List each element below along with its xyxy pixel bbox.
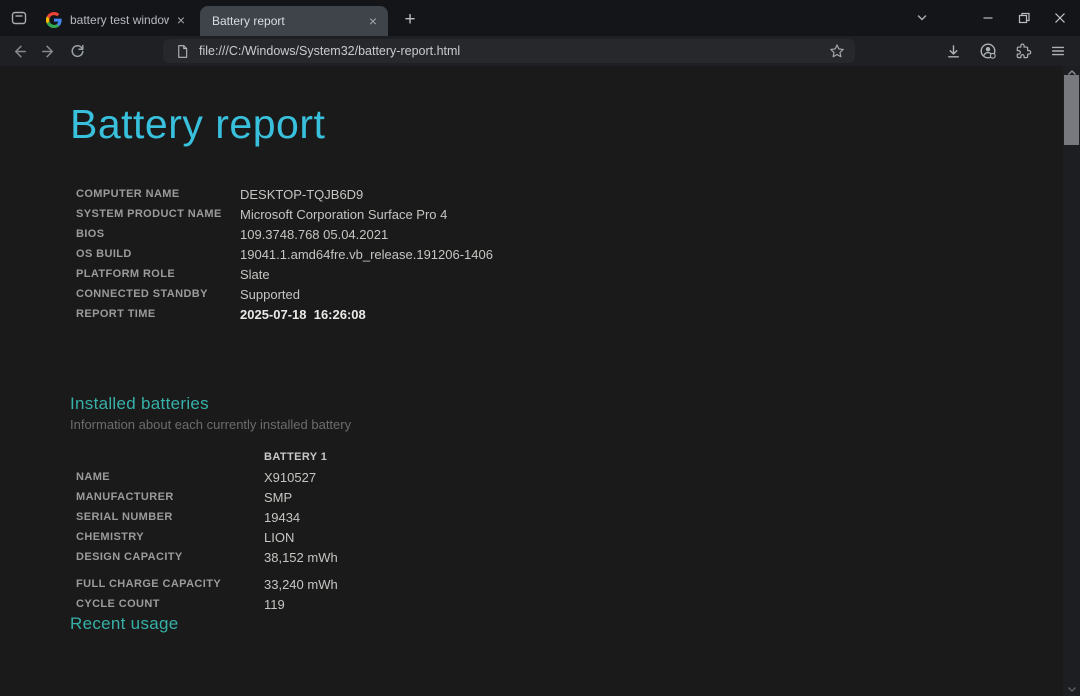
extensions-icon[interactable] xyxy=(1010,38,1036,64)
row-label: CHEMISTRY xyxy=(76,531,264,543)
row-label: OS BUILD xyxy=(76,248,240,260)
page-file-icon xyxy=(175,44,190,59)
browser-window: battery test windows 10 - Goog × Battery… xyxy=(0,0,1080,696)
table-header-row: BATTERY 1 xyxy=(70,447,1030,467)
address-bar[interactable]: file:///C:/Windows/System32/battery-repo… xyxy=(163,39,855,63)
tab-google-search[interactable]: battery test windows 10 - Goog × xyxy=(36,6,196,34)
vertical-scrollbar[interactable] xyxy=(1063,66,1080,696)
titlebar: battery test windows 10 - Goog × Battery… xyxy=(0,0,1080,36)
scroll-down-icon[interactable] xyxy=(1063,683,1080,695)
maximize-button[interactable] xyxy=(1006,0,1042,36)
row-label: CONNECTED STANDBY xyxy=(76,288,240,300)
table-row: BIOS 109.3748.768 05.04.2021 xyxy=(70,224,1030,244)
url-text: file:///C:/Windows/System32/battery-repo… xyxy=(199,44,819,58)
row-label: BIOS xyxy=(76,228,240,240)
table-row: CYCLE COUNT 119 xyxy=(70,594,1030,614)
row-value: X910527 xyxy=(264,470,316,485)
scrollbar-thumb[interactable] xyxy=(1064,75,1079,145)
row-value: Supported xyxy=(240,287,300,302)
table-row: CHEMISTRY LION xyxy=(70,527,1030,547)
row-label: PLATFORM ROLE xyxy=(76,268,240,280)
new-tab-button[interactable]: + xyxy=(398,8,422,32)
row-value: 109.3748.768 05.04.2021 xyxy=(240,227,388,242)
table-row: CONNECTED STANDBY Supported xyxy=(70,284,1030,304)
page-content: Battery report COMPUTER NAME DESKTOP-TQJ… xyxy=(0,66,1080,696)
tab-title: battery test windows 10 - Goog xyxy=(70,13,169,27)
row-label: CYCLE COUNT xyxy=(76,598,264,610)
table-row: OS BUILD 19041.1.amd64fre.vb_release.191… xyxy=(70,244,1030,264)
section-subtitle: Information about each currently install… xyxy=(70,417,1030,432)
tab-search-icon[interactable] xyxy=(7,6,31,30)
row-label: COMPUTER NAME xyxy=(76,188,240,200)
installed-batteries-section: Installed batteries Information about ea… xyxy=(70,394,1030,614)
row-value: 19434 xyxy=(264,510,300,525)
table-row: SYSTEM PRODUCT NAME Microsoft Corporatio… xyxy=(70,204,1030,224)
back-icon[interactable] xyxy=(6,38,32,64)
row-value: 33,240 mWh xyxy=(264,577,338,592)
google-favicon-icon xyxy=(46,12,62,28)
tab-close-icon[interactable]: × xyxy=(173,12,189,28)
recent-usage-heading: Recent usage xyxy=(70,614,1030,634)
battery-report: Battery report COMPUTER NAME DESKTOP-TQJ… xyxy=(70,66,1030,634)
tab-list-chevron-icon[interactable] xyxy=(908,5,936,31)
row-label: REPORT TIME xyxy=(76,308,240,320)
window-close-button[interactable] xyxy=(1042,0,1078,36)
column-header: BATTERY 1 xyxy=(264,451,327,463)
row-label: NAME xyxy=(76,471,264,483)
row-value: LION xyxy=(264,530,294,545)
row-label: MANUFACTURER xyxy=(76,491,264,503)
row-value: 19041.1.amd64fre.vb_release.191206-1406 xyxy=(240,247,493,262)
table-row: MANUFACTURER SMP xyxy=(70,487,1030,507)
table-row: DESIGN CAPACITY 38,152 mWh xyxy=(70,547,1030,567)
row-label: FULL CHARGE CAPACITY xyxy=(76,578,264,590)
table-row: FULL CHARGE CAPACITY 33,240 mWh xyxy=(70,574,1030,594)
profile-icon[interactable] xyxy=(975,38,1001,64)
row-label: SYSTEM PRODUCT NAME xyxy=(76,208,240,220)
menu-icon[interactable] xyxy=(1045,38,1071,64)
system-info-table: COMPUTER NAME DESKTOP-TQJB6D9 SYSTEM PRO… xyxy=(70,184,1030,324)
tab-close-icon[interactable]: × xyxy=(365,13,381,29)
tab-title: Battery report xyxy=(212,14,361,28)
row-value: Slate xyxy=(240,267,270,282)
row-label: SERIAL NUMBER xyxy=(76,511,264,523)
row-value: SMP xyxy=(264,490,292,505)
battery-table: BATTERY 1 NAME X910527 MANUFACTURER SMP … xyxy=(70,447,1030,614)
table-row: COMPUTER NAME DESKTOP-TQJB6D9 xyxy=(70,184,1030,204)
row-value: 119 xyxy=(264,597,285,612)
navigation-toolbar: file:///C:/Windows/System32/battery-repo… xyxy=(0,36,1080,66)
section-heading: Installed batteries xyxy=(70,394,1030,414)
bookmark-star-icon[interactable] xyxy=(829,43,845,59)
downloads-icon[interactable] xyxy=(940,38,966,64)
reload-icon[interactable] xyxy=(64,38,90,64)
row-label: DESIGN CAPACITY xyxy=(76,551,264,563)
row-value: 2025-07-18 16:26:08 xyxy=(240,307,366,322)
toolbar-actions xyxy=(940,38,1080,64)
forward-icon[interactable] xyxy=(35,38,61,64)
row-value: 38,152 mWh xyxy=(264,550,338,565)
table-row: SERIAL NUMBER 19434 xyxy=(70,507,1030,527)
tab-battery-report[interactable]: Battery report × xyxy=(200,6,388,36)
row-value: Microsoft Corporation Surface Pro 4 xyxy=(240,207,447,222)
row-value: DESKTOP-TQJB6D9 xyxy=(240,187,363,202)
table-row: NAME X910527 xyxy=(70,467,1030,487)
page-title: Battery report xyxy=(70,100,1030,148)
table-row: PLATFORM ROLE Slate xyxy=(70,264,1030,284)
table-row: REPORT TIME 2025-07-18 16:26:08 xyxy=(70,304,1030,324)
minimize-button[interactable] xyxy=(970,0,1006,36)
